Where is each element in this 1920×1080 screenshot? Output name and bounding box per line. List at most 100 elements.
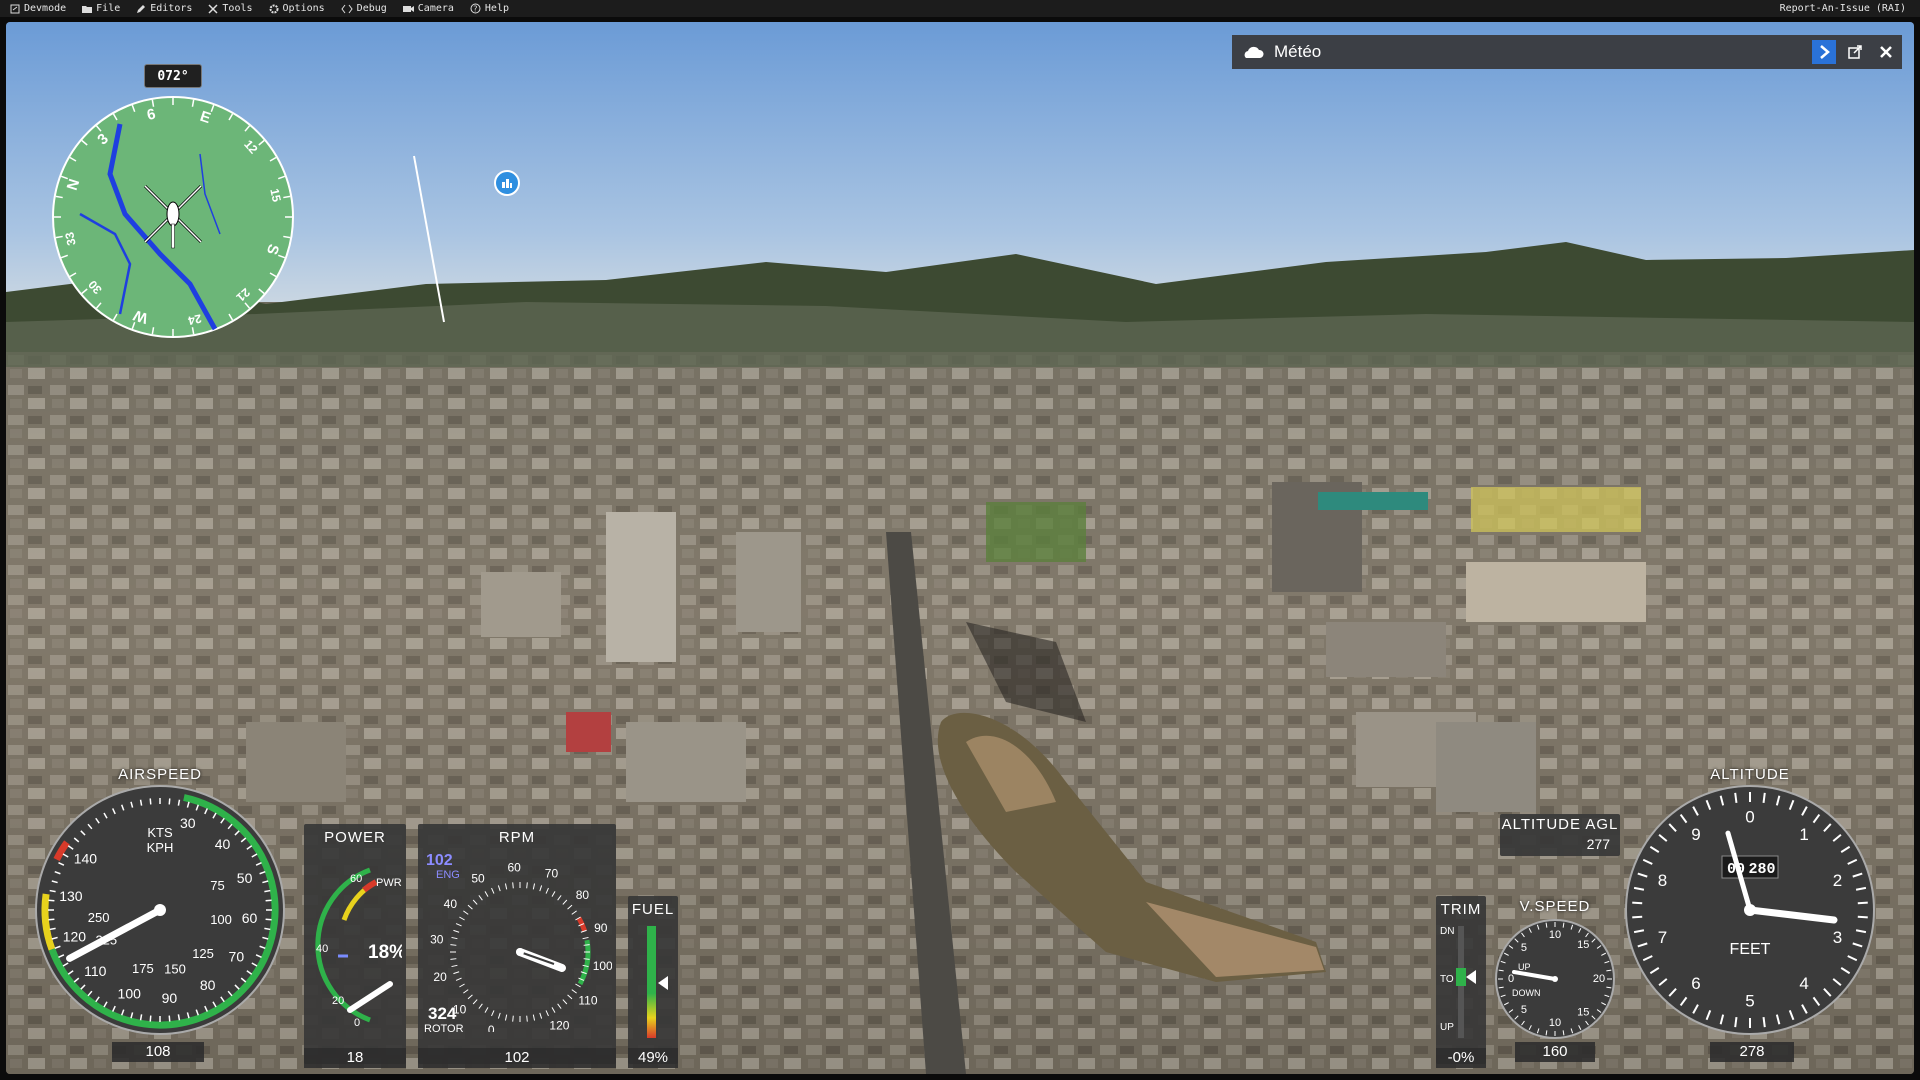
trim-pointer [1466, 970, 1476, 984]
gauge-tick [455, 977, 462, 981]
rpm-tick-label: 40 [444, 897, 458, 911]
chevron-right-icon [1820, 45, 1830, 59]
airspeed-kts-label: 140 [74, 850, 98, 866]
power-pwr-label: PWR [376, 877, 402, 889]
close-button[interactable] [1874, 40, 1898, 64]
rpm-tick-label: 50 [471, 871, 485, 885]
rpm-tick-label: 60 [507, 860, 521, 874]
popout-button[interactable] [1843, 40, 1867, 64]
trim-to-label: TO [1440, 974, 1454, 985]
airspeed-kph-label: 125 [192, 946, 214, 961]
kph-unit-label: KPH [147, 840, 174, 855]
tools-icon [208, 3, 218, 14]
airspeed-kph-label: 100 [210, 912, 232, 927]
trim-title: TRIM [1440, 901, 1482, 918]
gauge-tick [491, 887, 495, 894]
trim-up-label: UP [1440, 1022, 1454, 1033]
menu-debug[interactable]: Debug [341, 3, 387, 14]
gauge-tick [1762, 792, 1766, 803]
gauge-tick [455, 923, 462, 927]
popout-icon [1848, 45, 1862, 59]
gauge-tick [472, 999, 478, 1005]
gauge-tick [545, 887, 549, 894]
gauge-tick [49, 889, 56, 893]
power-title: POWER [324, 829, 386, 846]
altitude-tick-label: 3 [1833, 928, 1842, 947]
camera-icon [402, 5, 414, 12]
airspeed-kts-label: 40 [215, 836, 231, 852]
folder-icon [82, 5, 93, 13]
gauge-tick [459, 983, 465, 988]
menu-tools[interactable]: Tools [208, 3, 253, 14]
gauge-tick [491, 1010, 495, 1017]
gauge-tick [557, 1003, 562, 1009]
gauge-tick [575, 983, 581, 988]
menu-label: Editors [150, 3, 193, 14]
vspeed-readout: 160 [1515, 1042, 1595, 1062]
fuel-panel: FUEL 49% [628, 896, 678, 1068]
trim-readout: -0% [1436, 1048, 1486, 1068]
rpm-panel: RPM 0 10 20 30 40 50 60 70 80 90 100 110 120 102 ENG… [418, 824, 616, 1068]
vspeed-tick-label: 15 [1577, 939, 1589, 951]
gauge-tick [532, 1014, 536, 1021]
gauge-tick [264, 927, 271, 931]
gauge-tick [459, 916, 465, 921]
report-issue-link[interactable]: Report-An-Issue (RAI) [1780, 3, 1906, 14]
menu-label: Help [484, 3, 509, 14]
fuel-pointer [658, 976, 668, 991]
altitude-tick-label: 2 [1833, 871, 1842, 890]
airspeed-kts-label: 60 [242, 910, 258, 926]
power-readout: 18 [304, 1048, 406, 1068]
menu-label: Options [282, 3, 325, 14]
menu-camera[interactable]: Camera [402, 3, 454, 14]
rpm-rotor-label: ROTOR [424, 1023, 464, 1035]
gauge-tick [512, 882, 514, 889]
menu-options[interactable]: Options [269, 3, 325, 14]
menu-file[interactable]: File [82, 3, 120, 14]
city-icon [502, 179, 512, 188]
gauge-tick [1857, 915, 1868, 919]
vspeed-tick-label: 10 [1549, 929, 1561, 941]
weather-panel: Météo [1232, 35, 1902, 69]
menu-editors[interactable]: Editors [136, 3, 192, 14]
gauge-tick [453, 929, 460, 933]
gauge-tick [149, 798, 152, 805]
rpm-readout: 102 [418, 1048, 616, 1068]
pencil-icon [137, 4, 146, 13]
power-tick-20: 20 [332, 995, 344, 1007]
gauge-tick [177, 799, 181, 806]
airspeed-readout: 108 [112, 1042, 204, 1062]
poi-marker[interactable] [494, 170, 520, 196]
gauge-tick [484, 1007, 489, 1013]
gauge-tick [562, 899, 568, 905]
airspeed-kph-label: 175 [132, 961, 154, 976]
menu-help[interactable]: ? Help [470, 3, 509, 14]
gauge-tick [149, 1015, 152, 1022]
rpm-tick-label: 30 [430, 932, 444, 946]
airspeed-kts-label: 130 [59, 888, 83, 904]
collapse-button[interactable] [1812, 40, 1836, 64]
gauge-tick [168, 1015, 171, 1022]
airspeed-kts-label: 70 [229, 948, 245, 964]
airspeed-kts-label: 100 [118, 985, 142, 1001]
gauge-tick [451, 964, 458, 968]
gauge-tick [48, 918, 55, 921]
gauge-tick [1632, 915, 1643, 919]
gauge-tick [450, 944, 457, 946]
gauge-tick [539, 1012, 543, 1019]
gauge-tick [504, 883, 508, 890]
gauge-tick [545, 1010, 549, 1017]
top-menu-bar: Devmode File Editors Tools Options Debug… [0, 0, 1920, 17]
menu-label: File [96, 3, 121, 14]
menu-devmode[interactable]: Devmode [10, 3, 66, 14]
power-gauge: 60 40 20 0 PWR 18% [315, 867, 402, 1029]
rpm-tick-label: 110 [578, 994, 597, 1008]
rpm-tick-label: 100 [593, 959, 612, 973]
fuel-bar [647, 926, 656, 1038]
gauge-tick [467, 994, 473, 1000]
gauge-tick [567, 904, 573, 910]
gauge-tick [484, 891, 489, 897]
power-needle [347, 981, 393, 1013]
rpm-title: RPM [498, 829, 536, 846]
compass-minimap[interactable]: N36 E1215S2124W3033 [50, 94, 296, 340]
